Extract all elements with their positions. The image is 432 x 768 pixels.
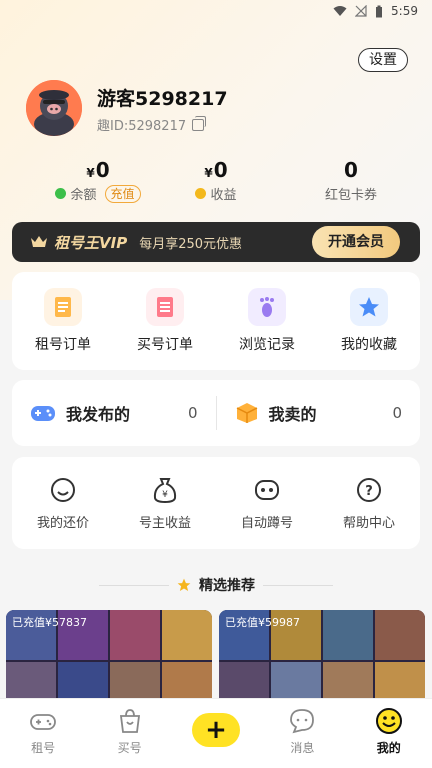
owner-earnings-label: 号主收益 (138, 515, 191, 531)
currency-symbol: ¥ (204, 166, 213, 180)
recommend-title: 精选推荐 (199, 578, 255, 594)
robot-icon (255, 479, 279, 500)
gamepad-tab-icon (30, 714, 57, 730)
buy-orders-label: 买号订单 (137, 337, 193, 353)
vip-title: 租号王VIP (54, 233, 128, 252)
tab-mine[interactable]: 我的 (354, 707, 424, 756)
currency-symbol: ¥ (86, 166, 95, 180)
tab-messages-label: 消息 (290, 741, 315, 755)
help-center-item[interactable]: ? 帮助中心 (324, 476, 414, 531)
listing-card[interactable]: 已充值¥59987 (219, 610, 425, 710)
box-icon (236, 403, 257, 423)
bottom-tab-bar: 租号 买号 + 消息 我的 (0, 698, 432, 768)
tab-rent[interactable]: 租号 (8, 707, 78, 756)
svg-text:?: ? (365, 484, 373, 499)
divider-line (99, 584, 169, 586)
auto-watch-label: 自动蹲号 (240, 515, 293, 531)
earnings-value: 0 (213, 158, 228, 182)
tools-card: 我的还价 ¥ 号主收益 自动蹲号 ? 帮助中心 (12, 457, 420, 549)
coupons-label: 红包卡券 (324, 188, 377, 203)
status-bar: 5:59 (0, 0, 432, 22)
divider-line (263, 584, 333, 586)
username: 游客5298217 (97, 88, 228, 110)
listing-recharge-label: 已充值¥57837 (12, 616, 87, 629)
star-icon (177, 578, 191, 592)
signal-icon (355, 5, 367, 17)
coupons-value: 0 (344, 158, 358, 182)
tab-publish[interactable]: + (181, 707, 251, 747)
browse-history-label: 浏览记录 (239, 337, 295, 353)
tab-buy[interactable]: 买号 (95, 707, 165, 756)
tab-mine-label: 我的 (376, 741, 401, 755)
svg-text:¥: ¥ (162, 490, 168, 500)
stat-earnings[interactable]: ¥0 收益 (156, 158, 276, 203)
favorites-label: 我的收藏 (341, 337, 397, 353)
owner-earnings-item[interactable]: ¥ 号主收益 (120, 476, 210, 531)
stat-balance[interactable]: ¥0 余额 充值 (38, 158, 158, 203)
money-bag-icon: ¥ (153, 477, 177, 503)
settings-button[interactable]: 设置 (358, 48, 408, 72)
auto-watch-item[interactable]: 自动蹲号 (222, 476, 312, 531)
bag-tab-icon (119, 709, 140, 733)
stat-coupons[interactable]: 0 红包卡券 (291, 158, 411, 203)
status-time: 5:59 (391, 4, 418, 18)
listing-recharge-label: 已充值¥59987 (225, 616, 300, 629)
browse-history-item[interactable]: 浏览记录 (222, 288, 312, 354)
copy-icon[interactable] (192, 115, 207, 131)
my-bargain-item[interactable]: 我的还价 (18, 476, 108, 531)
tab-buy-label: 买号 (117, 741, 142, 755)
my-published-item[interactable]: 我发布的 0 (12, 401, 216, 425)
vip-banner[interactable]: 租号王VIP 每月享250元优惠 开通会员 (12, 222, 420, 262)
plus-icon: + (191, 713, 240, 747)
crown-icon (31, 236, 47, 247)
bargain-icon (51, 477, 75, 502)
my-sold-label: 我卖的 (268, 405, 317, 424)
rent-orders-label: 租号订单 (35, 337, 91, 353)
tab-messages[interactable]: 消息 (267, 707, 337, 756)
listing-card[interactable]: 已充值¥57837 (6, 610, 212, 710)
gamepad-icon (31, 406, 55, 421)
recommend-section-title: 精选推荐 (0, 575, 432, 595)
my-published-label: 我发布的 (66, 405, 131, 424)
orders-card: 租号订单 买号订单 浏览记录 我的收藏 (12, 272, 420, 370)
help-center-label: 帮助中心 (342, 515, 395, 531)
balance-icon (55, 188, 67, 199)
battery-icon (376, 5, 383, 17)
recharge-button[interactable]: 充值 (104, 184, 141, 203)
my-bargain-label: 我的还价 (36, 515, 89, 531)
balance-value: 0 (95, 158, 110, 182)
earnings-icon (195, 188, 207, 199)
buy-orders-item[interactable]: 买号订单 (120, 288, 210, 354)
help-icon: ? (357, 477, 381, 502)
rent-order-icon (44, 288, 82, 326)
my-published-count: 0 (187, 404, 198, 422)
uid-row: 趣ID:5298217 (97, 115, 207, 134)
my-sold-count: 0 (392, 404, 402, 422)
buy-order-icon (146, 288, 184, 326)
balance-label: 余额 (70, 188, 97, 203)
avatar[interactable] (26, 80, 82, 136)
message-tab-icon (290, 709, 315, 734)
star-icon (350, 288, 388, 326)
wifi-icon (333, 6, 347, 16)
publish-card: 我发布的 0 我卖的 0 (12, 380, 420, 446)
open-vip-button[interactable]: 开通会员 (312, 226, 400, 258)
earnings-label: 收益 (210, 188, 237, 203)
smiley-tab-icon (375, 708, 402, 734)
user-id: 趣ID:5298217 (97, 119, 187, 134)
tab-rent-label: 租号 (31, 741, 56, 755)
rent-orders-item[interactable]: 租号订单 (18, 288, 108, 354)
vip-description: 每月享250元优惠 (139, 236, 243, 252)
favorites-item[interactable]: 我的收藏 (324, 288, 414, 354)
my-sold-item[interactable]: 我卖的 0 (217, 401, 421, 425)
footprint-icon (248, 288, 286, 326)
